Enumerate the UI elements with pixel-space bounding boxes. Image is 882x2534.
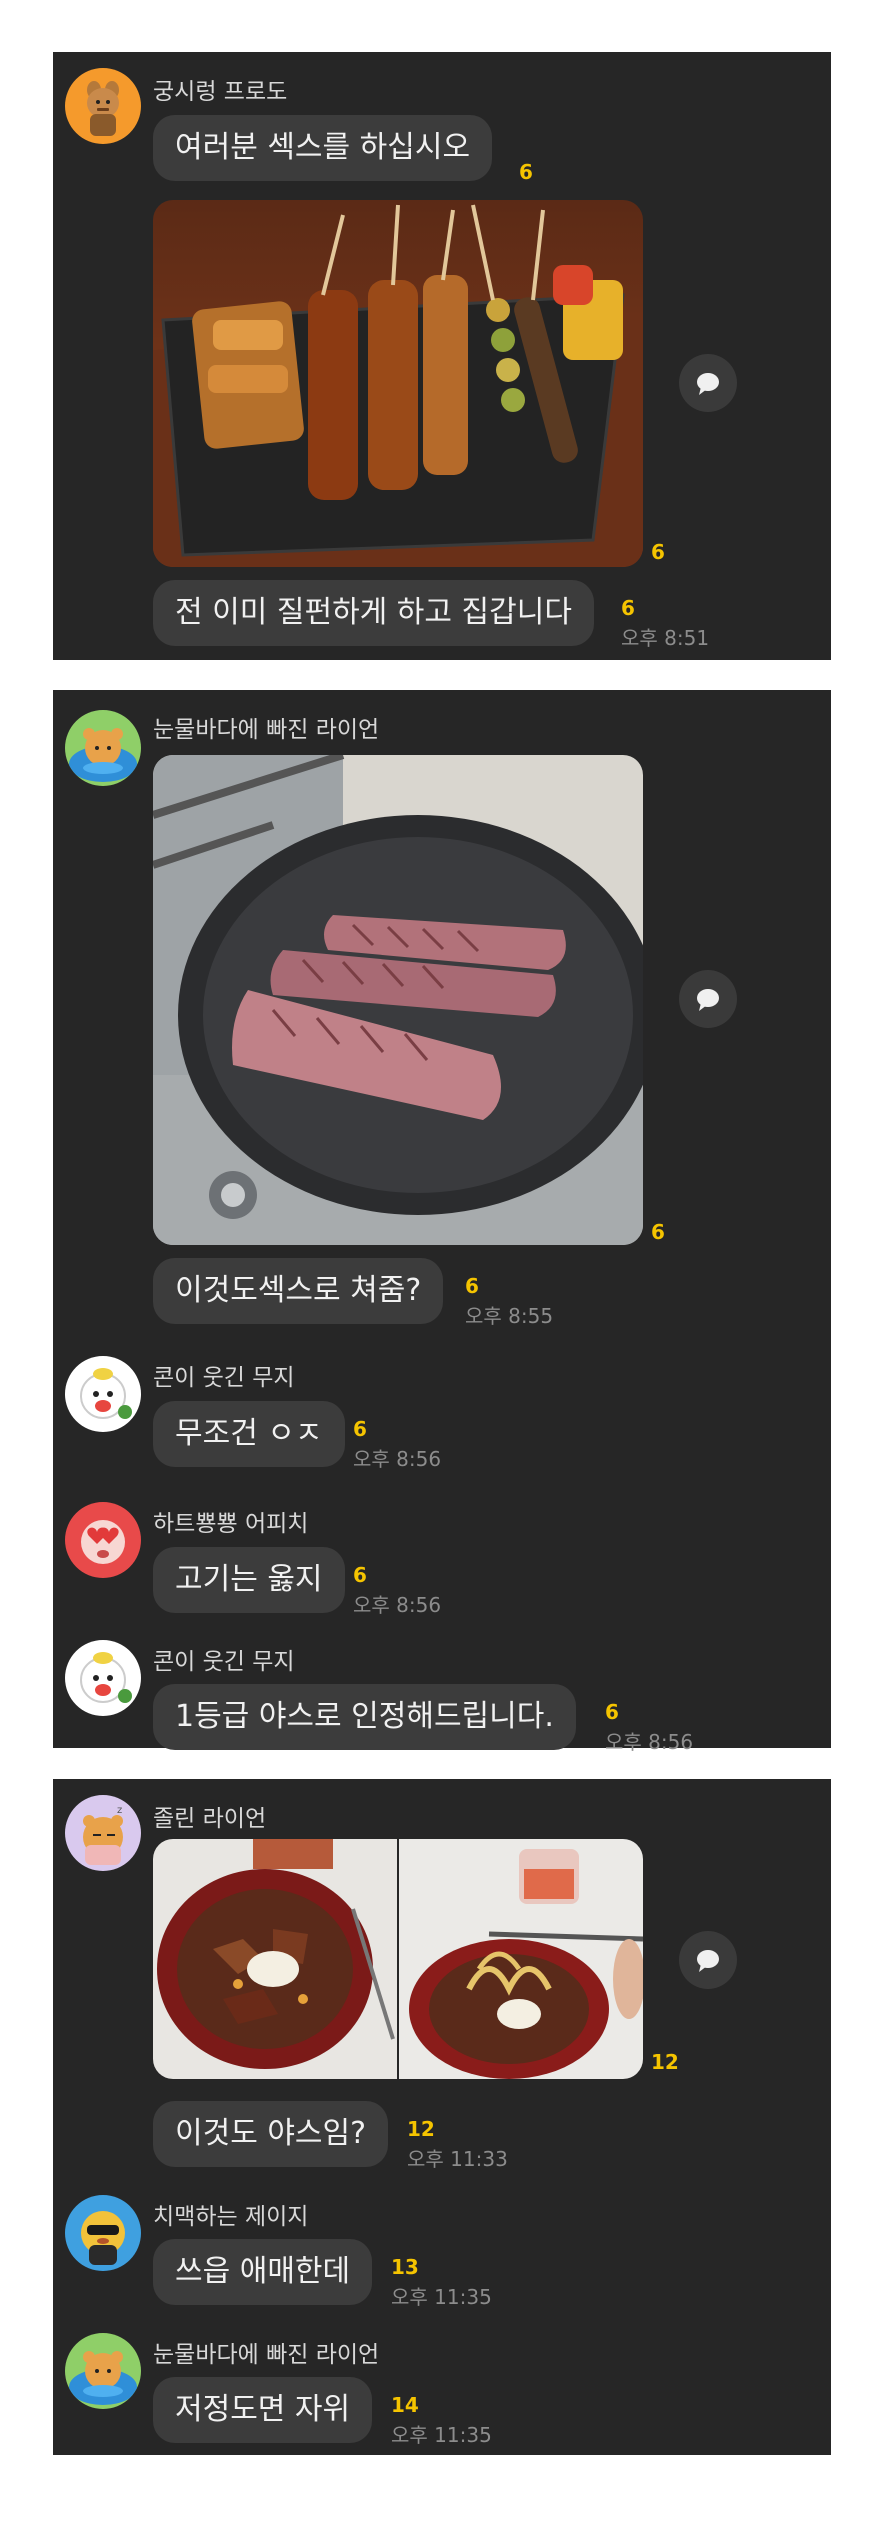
jayg-avatar-icon[interactable]: [65, 2195, 141, 2271]
unread-count: 12: [407, 2117, 435, 2141]
ramen-bowl-photo[interactable]: [399, 1839, 643, 2079]
message-bubble[interactable]: 1등급 야스로 인정해드립니다.: [153, 1684, 576, 1750]
message-bubble[interactable]: 전 이미 질펀하게 하고 집갑니다: [153, 580, 594, 646]
message-bubble[interactable]: 무조건 ㅇㅈ: [153, 1401, 345, 1467]
share-comment-icon[interactable]: [679, 354, 737, 412]
unread-count: 6: [651, 1220, 665, 1244]
message-bubble[interactable]: 저정도면 자위: [153, 2377, 373, 2443]
unread-count: 6: [621, 596, 635, 620]
unread-count: 6: [353, 1563, 367, 1587]
ryan-avatar-icon[interactable]: [65, 2333, 141, 2409]
apeach-avatar-icon[interactable]: [65, 1502, 141, 1578]
unread-count: 6: [651, 540, 665, 564]
ryan-avatar-icon[interactable]: [65, 710, 141, 786]
sender-name: 치맥하는 제이지: [153, 2204, 309, 2230]
unread-count: 13: [391, 2255, 419, 2279]
muzi-avatar-icon[interactable]: [65, 1640, 141, 1716]
timestamp: 오후 8:56: [605, 1730, 694, 1754]
message-bubble[interactable]: 이것도섹스로 쳐줌?: [153, 1258, 444, 1324]
timestamp: 오후 11:35: [391, 2285, 492, 2309]
timestamp: 오후 11:33: [407, 2147, 508, 2171]
unread-count: 6: [605, 1700, 619, 1724]
timestamp: 오후 8:51: [621, 626, 710, 650]
sender-name: 궁시렁 프로도: [153, 79, 288, 105]
timestamp: 오후 8:56: [353, 1447, 442, 1471]
sender-name: 눈물바다에 빠진 라이언: [153, 717, 380, 743]
beef-in-pan-photo[interactable]: [153, 755, 643, 1245]
unread-count: 14: [391, 2393, 419, 2417]
timestamp: 오후 11:35: [391, 2423, 492, 2447]
unread-count: 6: [353, 1417, 367, 1441]
unread-count: 6: [519, 160, 533, 184]
unread-count: 6: [465, 1274, 479, 1298]
grilled-skewers-photo[interactable]: [153, 200, 643, 567]
message-bubble[interactable]: 고기는 옳지: [153, 1547, 345, 1613]
muzi-avatar-icon[interactable]: [65, 1356, 141, 1432]
sender-name: 콘이 웃긴 무지: [153, 1365, 295, 1391]
sender-name: 하트뿅뿅 어피치: [153, 1511, 309, 1537]
share-comment-icon[interactable]: [679, 1931, 737, 1989]
frodo-avatar-icon[interactable]: [65, 68, 141, 144]
message-bubble[interactable]: 이것도 야스임?: [153, 2101, 389, 2167]
sender-name: 눈물바다에 빠진 라이언: [153, 2342, 380, 2368]
chat-screenshot-1: 궁시렁 프로도 여러분 섹스를 하십시오 6 6 전 이미 질펀하게 하고 집갑…: [53, 52, 831, 660]
share-comment-icon[interactable]: [679, 970, 737, 1028]
sender-name: 졸린 라이언: [153, 1806, 267, 1832]
timestamp: 오후 8:56: [353, 1593, 442, 1617]
sender-name: 콘이 웃긴 무지: [153, 1649, 295, 1675]
chat-screenshot-2: 눈물바다에 빠진 라이언 6 이것도섹스로 쳐줌? 6 오후 8:55 콘이 웃…: [53, 690, 831, 1754]
chat-screenshot-3: z 졸린 라이언 12 이것도 야스임? 12 오후 11:33 치맥하는 제이…: [53, 1779, 831, 2455]
svg-text:z: z: [117, 1805, 122, 1816]
sleepy-ryan-avatar-icon[interactable]: z: [65, 1795, 141, 1871]
stir-fry-bowl-photo[interactable]: [153, 1839, 397, 2079]
unread-count: 12: [651, 2050, 679, 2074]
message-bubble[interactable]: 여러분 섹스를 하십시오: [153, 115, 493, 181]
timestamp: 오후 8:55: [465, 1304, 554, 1328]
message-bubble[interactable]: 쓰읍 애매한데: [153, 2239, 373, 2305]
